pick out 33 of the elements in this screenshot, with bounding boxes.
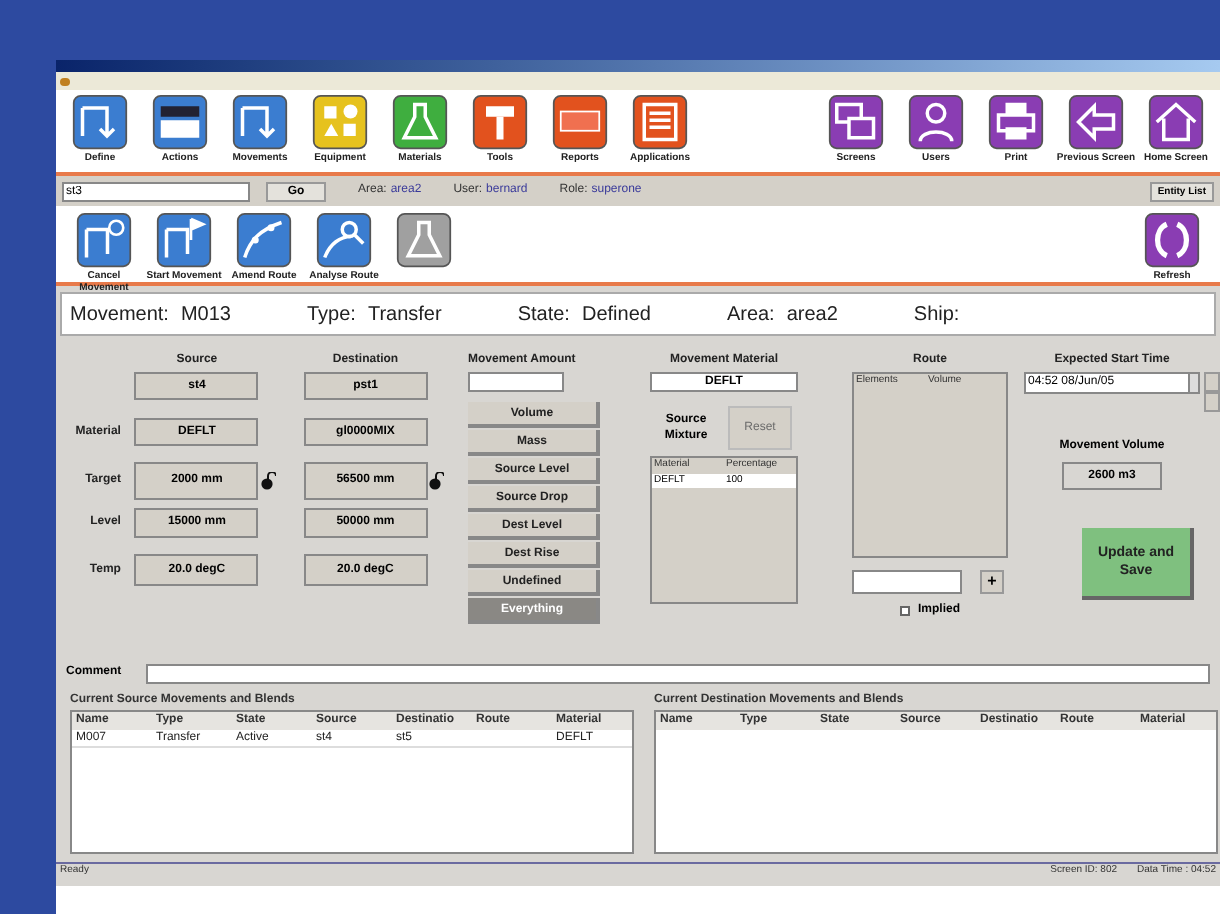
windows-icon[interactable]: [828, 94, 884, 150]
refresh-icon[interactable]: [1144, 212, 1200, 268]
checkbox[interactable]: [900, 606, 910, 616]
amount-field[interactable]: [468, 372, 564, 392]
route-icon[interactable]: [236, 212, 292, 268]
header-label: Movement:: [70, 301, 169, 329]
app-icon: [60, 77, 70, 85]
comment-field[interactable]: [146, 663, 1210, 683]
shapes-icon[interactable]: [312, 94, 368, 150]
padlock-icon[interactable]: [427, 472, 444, 490]
add-button[interactable]: +: [980, 570, 1004, 594]
list-icon[interactable]: [632, 94, 688, 150]
header-value: Defined: [581, 301, 651, 329]
house-icon[interactable]: [1148, 94, 1204, 150]
route-field[interactable]: [852, 570, 962, 594]
person-icon[interactable]: [908, 94, 964, 150]
hammer-icon[interactable]: [472, 94, 528, 150]
padlock-icon[interactable]: [259, 472, 276, 490]
header-value: Transfer: [367, 301, 442, 329]
grid-icon[interactable]: [152, 94, 208, 150]
pipe-icon[interactable]: [232, 94, 288, 150]
printer-icon[interactable]: [988, 94, 1044, 150]
header-label: Area:: [726, 301, 775, 329]
header-value: M013: [180, 301, 231, 329]
header-value: area2: [786, 301, 838, 329]
search-icon[interactable]: [316, 212, 372, 268]
header-label: State:: [517, 301, 570, 329]
header-label: Type:: [306, 301, 356, 329]
flask-icon[interactable]: [392, 94, 448, 150]
flag-icon[interactable]: [156, 212, 212, 268]
pipe-icon[interactable]: [72, 94, 128, 150]
header-label: Ship:: [913, 301, 960, 329]
pipe-icon[interactable]: [76, 212, 132, 268]
